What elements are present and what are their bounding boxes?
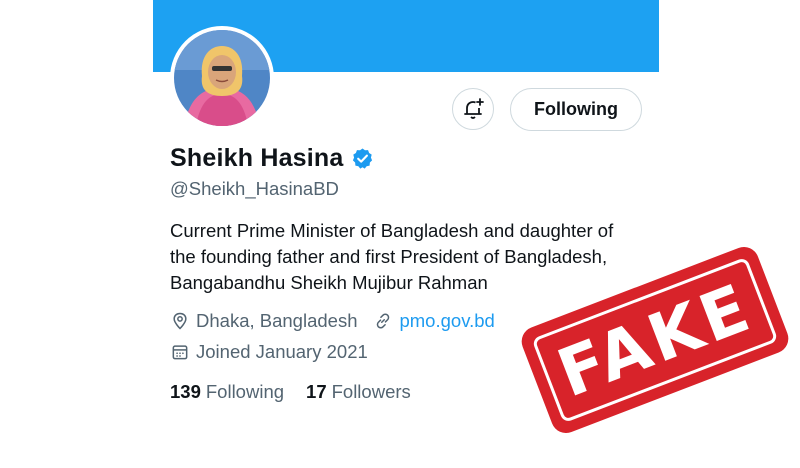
joined-row: Joined January 2021 xyxy=(170,341,368,363)
location-pin-icon xyxy=(173,312,187,330)
avatar[interactable] xyxy=(170,26,274,130)
followers-count: 17 xyxy=(306,381,327,402)
following-count: 139 xyxy=(170,381,201,402)
profile-meta-row: Dhaka, Bangladesh pmo.gov.bd xyxy=(170,310,495,332)
following-button[interactable]: Following xyxy=(510,88,642,131)
profile-handle: @Sheikh_HasinaBD xyxy=(170,178,339,199)
website-link[interactable]: pmo.gov.bd xyxy=(399,310,494,332)
link-icon xyxy=(377,313,390,329)
calendar-icon xyxy=(172,345,188,360)
bell-plus-icon xyxy=(464,98,484,119)
verified-badge-icon[interactable] xyxy=(351,147,374,170)
avatar-image xyxy=(174,30,270,126)
joined-text: Joined January 2021 xyxy=(196,341,368,362)
following-label: Following xyxy=(205,381,285,402)
following-stat[interactable]: 139 Following xyxy=(170,381,284,403)
website-item[interactable]: pmo.gov.bd xyxy=(373,310,495,332)
profile-name: Sheikh Hasina xyxy=(170,144,344,172)
profile-name-row: Sheikh Hasina xyxy=(170,144,374,173)
followers-label: Followers xyxy=(331,381,411,402)
location-text: Dhaka, Bangladesh xyxy=(196,310,358,331)
follow-stats: 139 Following 17 Followers xyxy=(170,381,411,403)
notification-button[interactable] xyxy=(452,88,494,130)
followers-stat[interactable]: 17 Followers xyxy=(306,381,411,403)
location-item: Dhaka, Bangladesh xyxy=(170,310,357,332)
